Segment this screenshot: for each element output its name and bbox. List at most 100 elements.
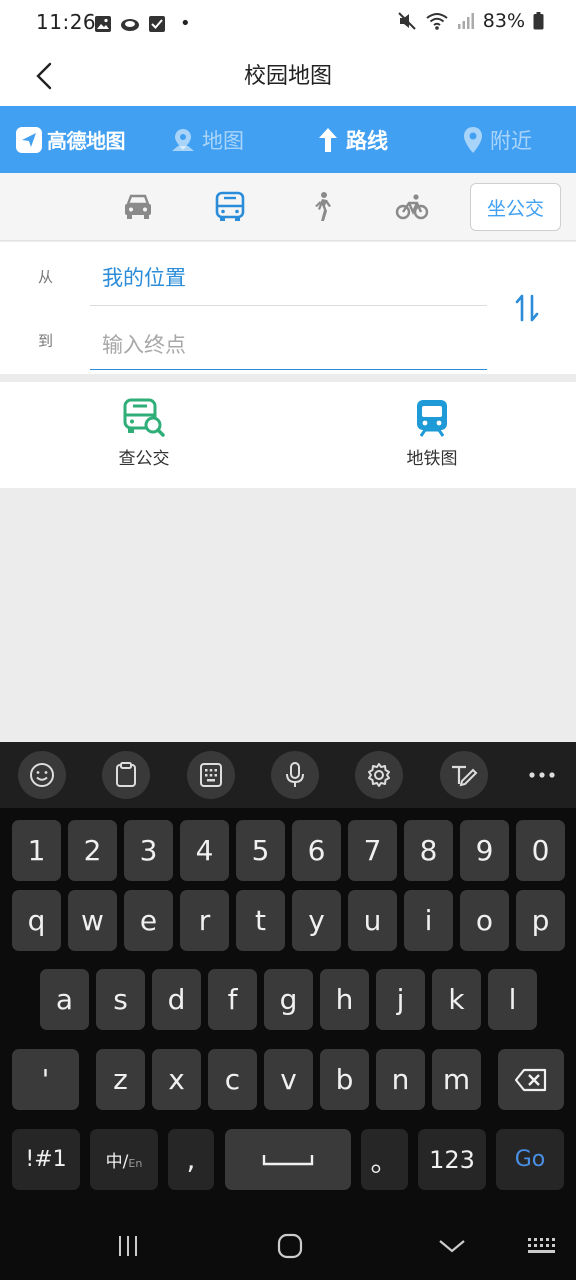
bike-icon bbox=[395, 194, 429, 220]
key-z[interactable]: z bbox=[96, 1049, 145, 1110]
quick-actions: 查公交 地铁图 bbox=[0, 382, 576, 488]
backspace-key[interactable] bbox=[498, 1049, 564, 1110]
emoji-button[interactable] bbox=[18, 751, 66, 799]
status-time: 11:26 bbox=[36, 10, 97, 34]
tab-map[interactable]: 地图 bbox=[170, 122, 244, 158]
key-apostrophe[interactable]: ' bbox=[12, 1049, 79, 1110]
image-icon bbox=[94, 15, 112, 33]
key-5[interactable]: 5 bbox=[236, 820, 285, 881]
key-4[interactable]: 4 bbox=[180, 820, 229, 881]
key-c[interactable]: c bbox=[208, 1049, 257, 1110]
key-l[interactable]: l bbox=[488, 969, 537, 1030]
space-key[interactable] bbox=[225, 1129, 351, 1190]
battery-percent: 83% bbox=[482, 10, 525, 32]
ride-bus-button[interactable]: 坐公交 bbox=[470, 183, 561, 231]
keyboard-settings-button[interactable] bbox=[355, 751, 403, 799]
bus-search-icon bbox=[123, 398, 165, 437]
status-bar: 11:26 • 83% bbox=[0, 0, 576, 46]
to-label: 到 bbox=[38, 332, 54, 350]
go-key[interactable]: Go bbox=[496, 1129, 564, 1190]
voice-input-button[interactable] bbox=[271, 751, 319, 799]
amap-logo-icon bbox=[16, 126, 42, 153]
key-6[interactable]: 6 bbox=[292, 820, 341, 881]
mode-car[interactable] bbox=[120, 189, 156, 225]
key-m[interactable]: m bbox=[432, 1049, 481, 1110]
key-o[interactable]: o bbox=[460, 890, 509, 951]
key-q[interactable]: q bbox=[12, 890, 61, 951]
home-icon bbox=[277, 1233, 303, 1259]
key-k[interactable]: k bbox=[432, 969, 481, 1030]
mode-bus[interactable] bbox=[212, 189, 248, 225]
route-arrow-icon bbox=[319, 128, 337, 152]
toolbar-more-button[interactable] bbox=[526, 764, 558, 786]
key-x[interactable]: x bbox=[152, 1049, 201, 1110]
microphone-icon bbox=[286, 762, 304, 787]
key-7[interactable]: 7 bbox=[348, 820, 397, 881]
key-r[interactable]: r bbox=[180, 890, 229, 951]
numbers-key[interactable]: 123 bbox=[418, 1129, 486, 1190]
back-down-button[interactable] bbox=[432, 1230, 472, 1262]
key-v[interactable]: v bbox=[264, 1049, 313, 1110]
back-down-icon bbox=[439, 1240, 465, 1253]
header: 校园地图 bbox=[0, 46, 576, 106]
status-left-icons: • bbox=[94, 13, 191, 34]
key-t[interactable]: t bbox=[236, 890, 285, 951]
key-a[interactable]: a bbox=[40, 969, 89, 1030]
key-y[interactable]: y bbox=[292, 890, 341, 951]
mode-bike[interactable] bbox=[394, 189, 430, 225]
from-field[interactable]: 我的位置 bbox=[102, 262, 186, 292]
keyboard-grid-button[interactable] bbox=[522, 1230, 562, 1262]
clipboard-icon bbox=[116, 762, 136, 787]
walk-icon bbox=[315, 192, 331, 221]
key-w[interactable]: w bbox=[68, 890, 117, 951]
emoji-icon bbox=[30, 763, 54, 787]
language-key[interactable]: 中/En bbox=[90, 1129, 158, 1190]
key-g[interactable]: g bbox=[264, 969, 313, 1030]
key-8[interactable]: 8 bbox=[404, 820, 453, 881]
key-b[interactable]: b bbox=[320, 1049, 369, 1110]
page-title: 校园地图 bbox=[243, 64, 332, 89]
tab-route[interactable]: 路线 bbox=[316, 122, 388, 158]
key-d[interactable]: d bbox=[152, 969, 201, 1030]
key-s[interactable]: s bbox=[96, 969, 145, 1030]
handwriting-icon bbox=[452, 765, 478, 787]
key-2[interactable]: 2 bbox=[68, 820, 117, 881]
handwriting-button[interactable] bbox=[440, 751, 488, 799]
key-f[interactable]: f bbox=[208, 969, 257, 1030]
key-1[interactable]: 1 bbox=[12, 820, 61, 881]
key-9[interactable]: 9 bbox=[460, 820, 509, 881]
recent-apps-icon bbox=[119, 1236, 137, 1256]
key-h[interactable]: h bbox=[320, 969, 369, 1030]
amap-nav-bar: 高德地图 地图 路线 附近 bbox=[0, 106, 576, 173]
status-dot: • bbox=[180, 13, 191, 34]
swap-button[interactable] bbox=[510, 288, 544, 328]
mode-walk[interactable] bbox=[304, 189, 340, 225]
key-n[interactable]: n bbox=[376, 1049, 425, 1110]
bus-lookup-button[interactable]: 查公交 bbox=[84, 398, 204, 469]
amap-logo[interactable]: 高德地图 bbox=[15, 125, 126, 154]
keyboard-toolbar bbox=[0, 742, 576, 808]
language-key-sub: En bbox=[128, 1157, 143, 1170]
subway-map-button[interactable]: 地铁图 bbox=[372, 398, 492, 469]
recent-apps-button[interactable] bbox=[108, 1230, 148, 1262]
key-3[interactable]: 3 bbox=[124, 820, 173, 881]
key-i[interactable]: i bbox=[404, 890, 453, 951]
route-input-panel: 从 我的位置 到 bbox=[0, 242, 576, 374]
subway-map-label: 地铁图 bbox=[406, 449, 458, 469]
comma-key[interactable]: , bbox=[168, 1129, 214, 1190]
tab-nearby[interactable]: 附近 bbox=[462, 122, 532, 158]
symbols-key[interactable]: !#1 bbox=[12, 1129, 80, 1190]
home-button[interactable] bbox=[270, 1230, 310, 1262]
key-j[interactable]: j bbox=[376, 969, 425, 1030]
key-0[interactable]: 0 bbox=[516, 820, 565, 881]
key-u[interactable]: u bbox=[348, 890, 397, 951]
wifi-icon bbox=[425, 11, 449, 31]
keypad-button[interactable] bbox=[187, 751, 235, 799]
period-key[interactable]: 。 bbox=[361, 1129, 408, 1190]
destination-input[interactable] bbox=[90, 320, 487, 370]
swap-arrows-icon bbox=[515, 294, 539, 322]
clipboard-button[interactable] bbox=[102, 751, 150, 799]
subway-icon bbox=[417, 400, 447, 437]
key-p[interactable]: p bbox=[516, 890, 565, 951]
key-e[interactable]: e bbox=[124, 890, 173, 951]
